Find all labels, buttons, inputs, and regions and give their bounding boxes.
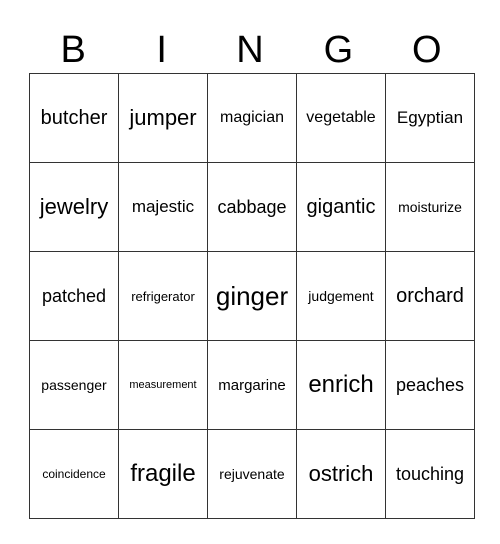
bingo-cell[interactable]: measurement: [118, 340, 208, 430]
header-letter-b: B: [60, 29, 86, 71]
bingo-cell[interactable]: margarine: [207, 340, 297, 430]
bingo-header: B I N G O: [29, 28, 471, 72]
bingo-cell[interactable]: judgement: [296, 251, 386, 341]
bingo-cell[interactable]: passenger: [29, 340, 119, 430]
bingo-cell[interactable]: cabbage: [207, 162, 297, 252]
bingo-cell[interactable]: touching: [385, 429, 475, 519]
bingo-cell[interactable]: majestic: [118, 162, 208, 252]
bingo-cell[interactable]: rejuvenate: [207, 429, 297, 519]
header-letter-o: O: [412, 29, 442, 71]
bingo-cell[interactable]: ostrich: [296, 429, 386, 519]
bingo-cell[interactable]: enrich: [296, 340, 386, 430]
bingo-cell[interactable]: patched: [29, 251, 119, 341]
bingo-cell[interactable]: coincidence: [29, 429, 119, 519]
bingo-cell[interactable]: vegetable: [296, 73, 386, 163]
header-letter-g: G: [323, 29, 354, 71]
bingo-cell[interactable]: orchard: [385, 251, 475, 341]
bingo-cell[interactable]: peaches: [385, 340, 475, 430]
bingo-cell[interactable]: gigantic: [296, 162, 386, 252]
bingo-grid: butcher jumper magician vegetable Egyptian je…: [29, 73, 475, 519]
bingo-cell[interactable]: butcher: [29, 73, 119, 163]
bingo-cell[interactable]: refrigerator: [118, 251, 208, 341]
header-letter-i: I: [156, 29, 167, 71]
header-letter-n: N: [236, 29, 264, 71]
bingo-cell[interactable]: magician: [207, 73, 297, 163]
grid-row: passenger measurement margarine enrich peach…: [29, 340, 475, 430]
bingo-cell[interactable]: fragile: [118, 429, 208, 519]
grid-row: patched refrigerator ginger judgement orchar…: [29, 251, 475, 341]
bingo-cell[interactable]: ginger: [207, 251, 297, 341]
bingo-cell[interactable]: jewelry: [29, 162, 119, 252]
grid-row: coincidence fragile rejuvenate ostrich touch…: [29, 429, 475, 519]
grid-row: butcher jumper magician vegetable Egyptian: [29, 73, 475, 163]
bingo-cell[interactable]: jumper: [118, 73, 208, 163]
bingo-cell[interactable]: Egyptian: [385, 73, 475, 163]
bingo-cell[interactable]: moisturize: [385, 162, 475, 252]
grid-row: jewelry majestic cabbage gigantic moisturize: [29, 162, 475, 252]
